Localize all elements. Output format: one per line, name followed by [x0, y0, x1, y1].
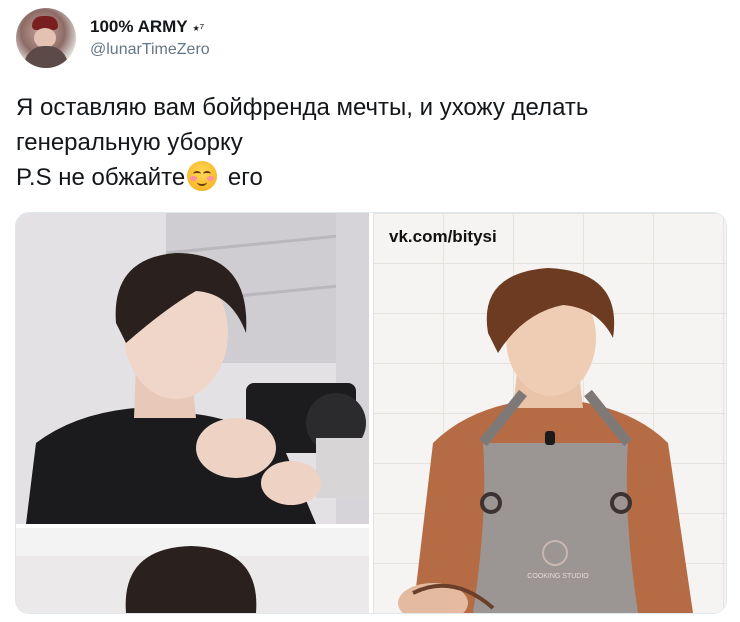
tweet-header: 100% ARMY ⭑⁷ @lunarTimeZero: [16, 8, 210, 68]
tweet-line-3-tail: его: [221, 164, 263, 191]
photo-bottom-left-illustration: [16, 528, 369, 613]
photo-camera[interactable]: [16, 213, 369, 524]
media-grid: COOKING STUDIO vk.com/bitysi: [15, 212, 727, 614]
photo-camera-illustration: [16, 213, 369, 524]
photo-cooking[interactable]: COOKING STUDIO vk.com/bitysi: [373, 213, 726, 613]
user-handle[interactable]: @lunarTimeZero: [90, 41, 210, 59]
watermark-text: vk.com/bitysi: [389, 227, 497, 246]
blushing-smile-emoji-icon: [187, 161, 218, 191]
photo-cooking-illustration: [398, 268, 693, 613]
apron-text: COOKING STUDIO: [527, 573, 589, 580]
display-name-text[interactable]: 100% ARMY: [90, 17, 188, 37]
author-names: 100% ARMY ⭑⁷ @lunarTimeZero: [90, 17, 210, 59]
tweet-line-3-text: P.S не обжайте: [16, 164, 186, 191]
tweet-text: Я оставляю вам бойфренда мечты, и ухожу …: [16, 90, 716, 195]
display-name[interactable]: 100% ARMY ⭑⁷: [90, 17, 210, 37]
avatar[interactable]: [16, 8, 76, 68]
tweet-line-1: Я оставляю вам бойфренда мечты, и ухожу …: [16, 94, 589, 121]
tweet-line-3: P.S не обжайте его: [16, 160, 716, 195]
tweet-line-2: генеральную уборку: [16, 129, 243, 156]
display-name-suffix: ⭑⁷: [192, 20, 205, 35]
photo-bottom-left[interactable]: [16, 528, 369, 613]
